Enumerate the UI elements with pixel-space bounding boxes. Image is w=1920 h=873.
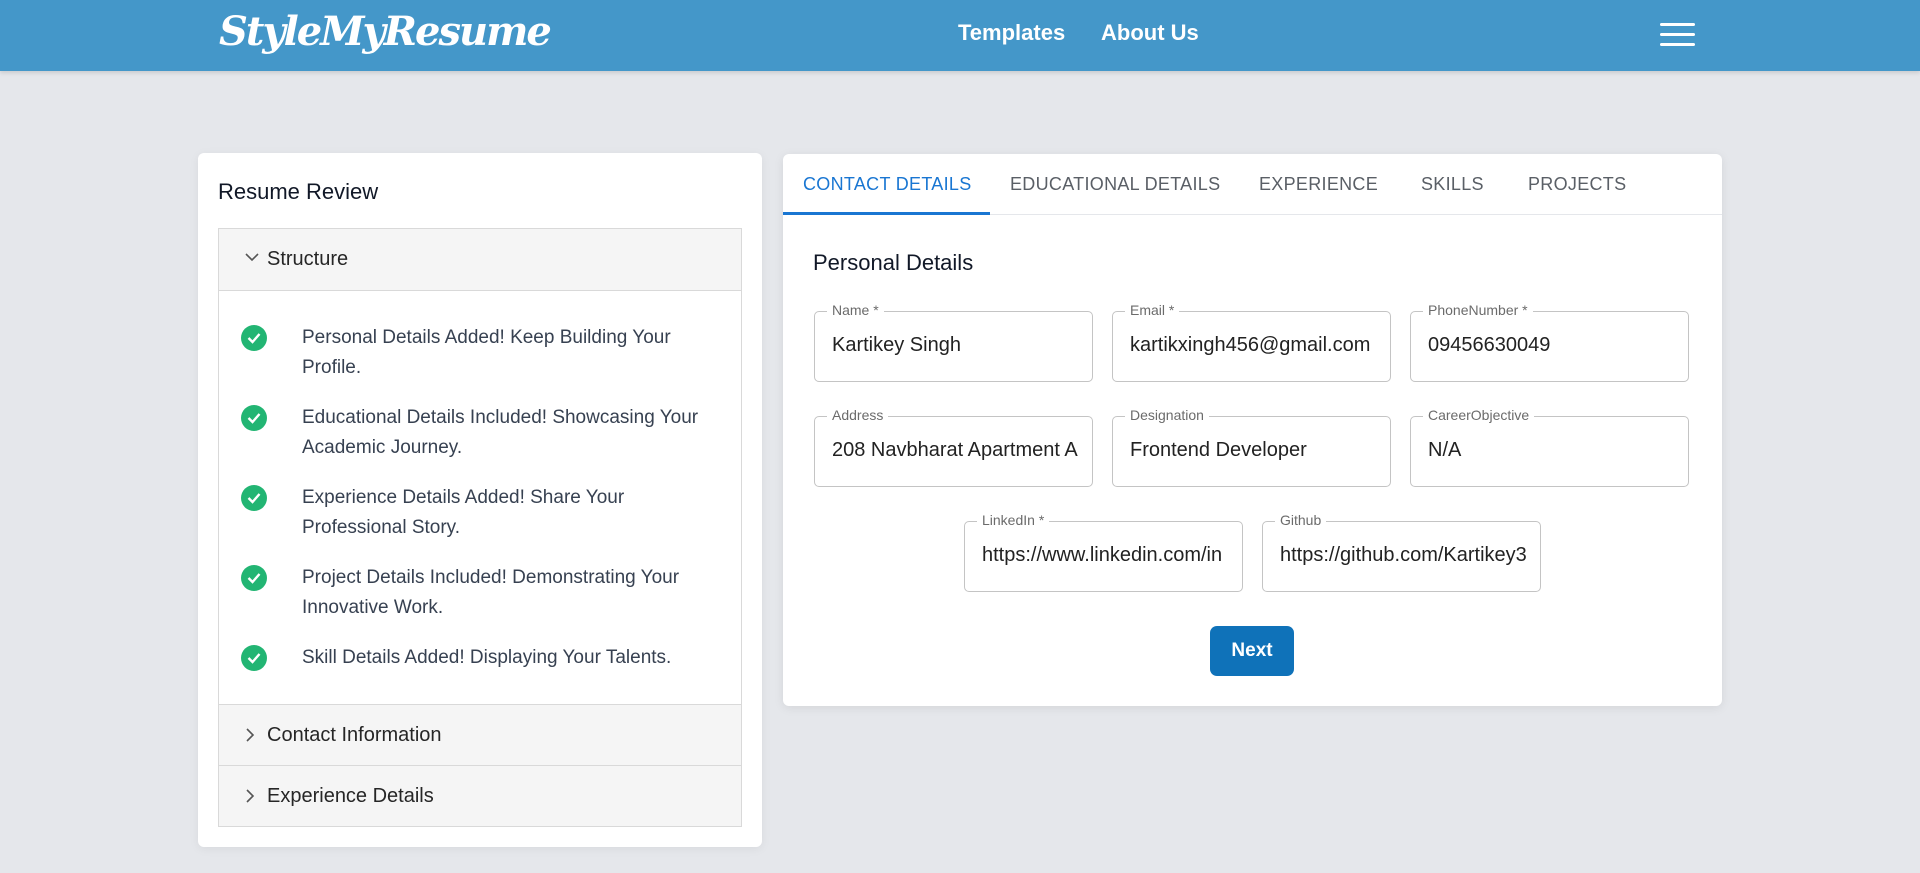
phone-number-field[interactable]: PhoneNumber * 09456630049 [1410, 302, 1689, 382]
accordion-label: Contact Information [267, 724, 442, 746]
field-value[interactable]: kartikxingh456@gmail.com [1130, 334, 1380, 357]
list-item: Skill Details Added! Displaying Your Tal… [241, 643, 725, 673]
email-field[interactable]: Email * kartikxingh456@gmail.com [1112, 302, 1391, 382]
field-label: PhoneNumber * [1423, 302, 1533, 318]
field-label: Email * [1125, 302, 1180, 318]
tab-experience[interactable]: EXPERIENCE [1259, 174, 1378, 195]
list-item: Experience Details Added! Share Your Pro… [241, 483, 725, 543]
field-label: Designation [1125, 407, 1209, 423]
field-value[interactable]: https://github.com/Kartikey3 [1280, 544, 1530, 567]
check-circle-icon [241, 485, 267, 511]
accordion-header-contact-information[interactable]: Contact Information [219, 704, 741, 765]
contact-details-form-card: CONTACT DETAILS EDUCATIONAL DETAILS EXPE… [783, 154, 1722, 706]
field-value[interactable]: Frontend Developer [1130, 439, 1380, 462]
field-label: CareerObjective [1423, 407, 1535, 423]
accordion-body-structure: Personal Details Added! Keep Building Yo… [219, 290, 741, 704]
top-navbar: StyleMyResume Templates About Us [0, 0, 1920, 71]
chevron-right-icon [245, 789, 257, 803]
check-circle-icon [241, 565, 267, 591]
check-circle-icon [241, 325, 267, 351]
chevron-right-icon [245, 728, 257, 742]
section-title: Personal Details [813, 250, 974, 275]
field-label: Address [827, 407, 889, 423]
review-item-text: Personal Details Added! Keep Building Yo… [302, 327, 671, 378]
field-value[interactable]: 208 Navbharat Apartment A [832, 439, 1082, 462]
review-item-text: Educational Details Included! Showcasing… [302, 407, 699, 458]
tab-projects[interactable]: PROJECTS [1528, 174, 1626, 195]
review-accordion: Structure Personal Details Added! Keep B… [218, 228, 742, 827]
field-label: Name * [827, 302, 884, 318]
github-field[interactable]: Github https://github.com/Kartikey3 [1262, 512, 1541, 592]
hamburger-menu-icon[interactable] [1660, 23, 1695, 47]
form-tabs: CONTACT DETAILS EDUCATIONAL DETAILS EXPE… [783, 154, 1722, 215]
accordion-header-structure[interactable]: Structure [219, 229, 741, 290]
accordion-label: Experience Details [267, 785, 434, 807]
linkedin-field[interactable]: LinkedIn * https://www.linkedin.com/in [964, 512, 1243, 592]
accordion-header-experience-details[interactable]: Experience Details [219, 765, 741, 826]
field-value[interactable]: Kartikey Singh [832, 334, 1082, 357]
field-value[interactable]: 09456630049 [1428, 334, 1678, 357]
resume-review-card: Resume Review Structure Personal Details… [198, 153, 762, 847]
chevron-down-icon [245, 252, 259, 264]
review-item-text: Project Details Included! Demonstrating … [302, 567, 680, 618]
address-field[interactable]: Address 208 Navbharat Apartment A [814, 407, 1093, 487]
review-item-text: Skill Details Added! Displaying Your Tal… [302, 647, 672, 668]
next-button[interactable]: Next [1210, 626, 1294, 676]
list-item: Educational Details Included! Showcasing… [241, 403, 725, 463]
tab-skills[interactable]: SKILLS [1421, 174, 1484, 195]
career-objective-field[interactable]: CareerObjective N/A [1410, 407, 1689, 487]
active-tab-indicator [783, 212, 990, 215]
accordion-label: Structure [267, 248, 349, 270]
field-value[interactable]: https://www.linkedin.com/in [982, 544, 1232, 567]
designation-field[interactable]: Designation Frontend Developer [1112, 407, 1391, 487]
check-circle-icon [241, 405, 267, 431]
check-circle-icon [241, 645, 267, 671]
list-item: Personal Details Added! Keep Building Yo… [241, 323, 725, 383]
resume-review-title: Resume Review [218, 179, 379, 204]
tab-contact-details[interactable]: CONTACT DETAILS [803, 174, 972, 195]
site-logo[interactable]: StyleMyResume [219, 8, 552, 55]
nav-about-us-link[interactable]: About Us [1101, 20, 1199, 46]
name-field[interactable]: Name * Kartikey Singh [814, 302, 1093, 382]
tab-educational-details[interactable]: EDUCATIONAL DETAILS [1010, 174, 1220, 195]
field-label: LinkedIn * [977, 512, 1050, 528]
field-value[interactable]: N/A [1428, 439, 1678, 462]
review-item-text: Experience Details Added! Share Your Pro… [302, 487, 625, 538]
field-label: Github [1275, 512, 1327, 528]
nav-templates-link[interactable]: Templates [958, 20, 1065, 46]
list-item: Project Details Included! Demonstrating … [241, 563, 725, 623]
